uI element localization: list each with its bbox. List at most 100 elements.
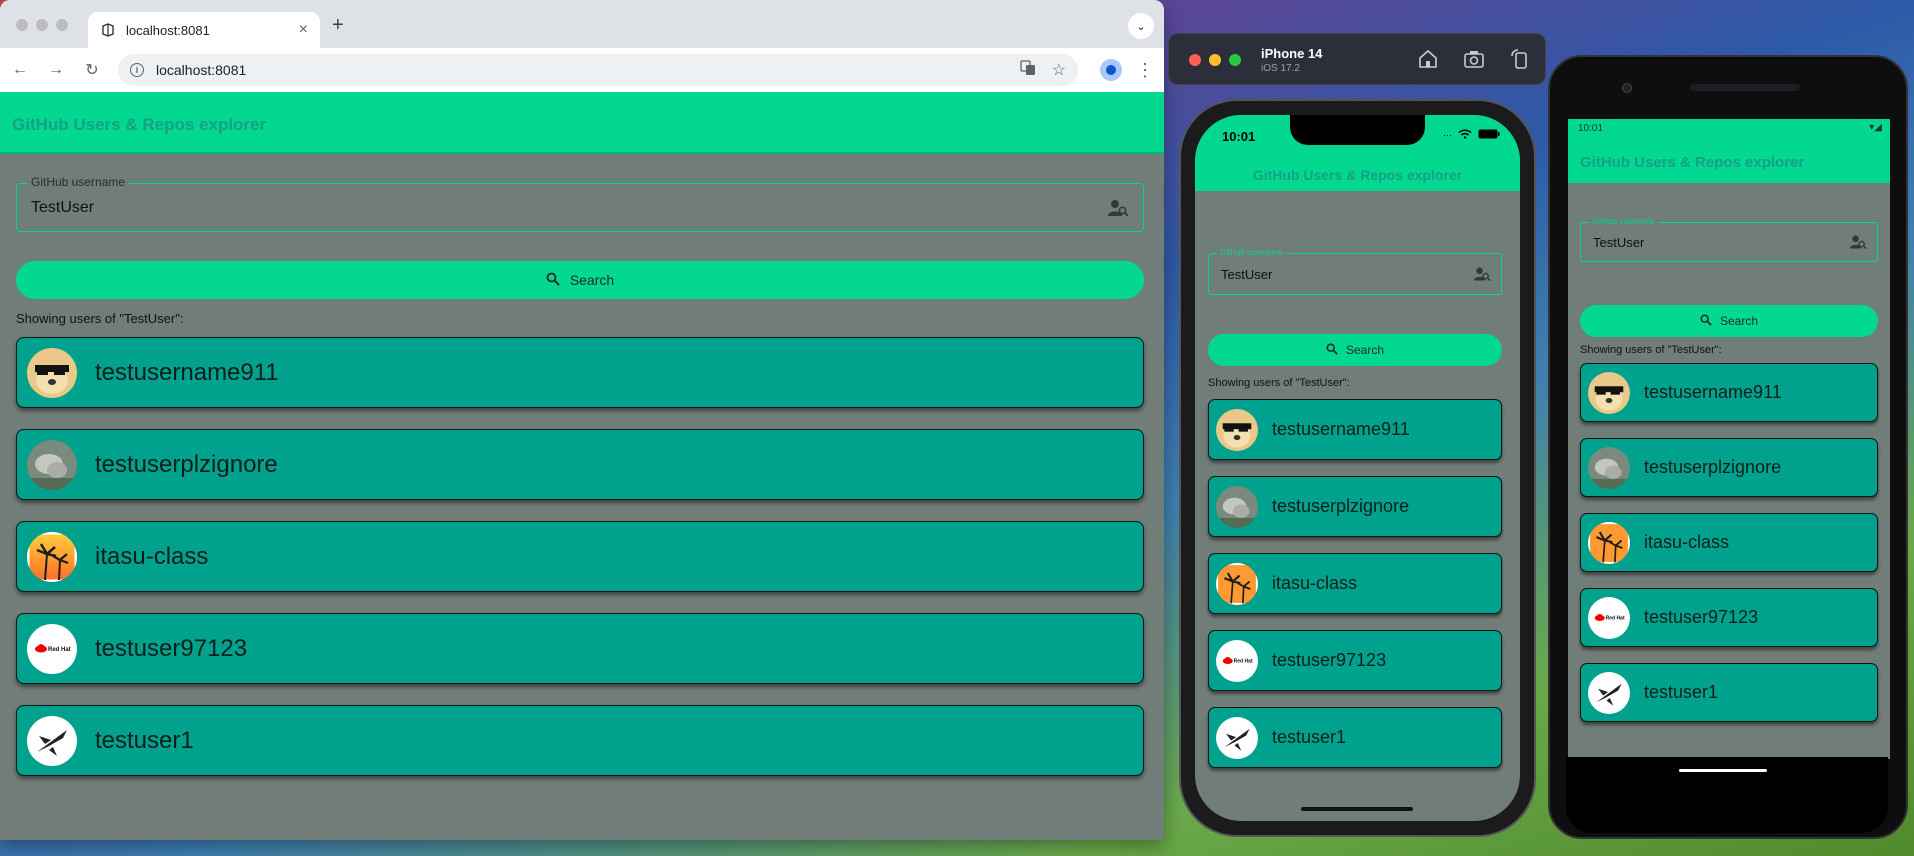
android-device: 10:01 ▾◢ GitHub Users & Repos explorer G… (1548, 55, 1908, 839)
address-bar[interactable]: i localhost:8081 ☆ (118, 54, 1078, 86)
jet-avatar (1216, 716, 1258, 759)
ios-user-card[interactable]: Red Hat testuser97123 (1208, 630, 1502, 691)
ios-status-icons: ··· (1443, 129, 1500, 141)
browser-tab[interactable]: localhost:8081 × (88, 12, 320, 48)
android-status-time: 10:01 (1578, 123, 1604, 134)
user-card[interactable]: testuser1 (16, 705, 1144, 776)
android-status-icons: ▾◢ (1869, 122, 1882, 133)
window-close-button[interactable] (16, 19, 28, 31)
translate-icon[interactable] (1020, 59, 1036, 81)
tab-close-icon[interactable]: × (299, 21, 308, 39)
android-user-name: itasu-class (1644, 532, 1730, 552)
ios-username-field-label: GitHub username (1217, 248, 1286, 257)
ios-user-name: testusername911 (1272, 419, 1410, 439)
forward-icon[interactable]: → (38, 61, 74, 79)
sim-zoom-button[interactable] (1229, 54, 1241, 66)
profile-avatar-icon[interactable] (1100, 59, 1122, 81)
back-icon[interactable]: ← (2, 61, 38, 79)
android-user-card[interactable]: Red Hat testuser97123 (1580, 588, 1878, 647)
ios-search-button[interactable]: Search (1208, 334, 1502, 366)
ios-username-field[interactable]: GitHub username TestUser (1208, 248, 1502, 295)
browser-menu-icon[interactable]: ⋮ (1136, 60, 1154, 81)
android-search-button[interactable]: Search (1580, 305, 1878, 337)
android-person-search-icon (1849, 233, 1867, 251)
iphone-device: GitHub Users & Repos explorer 10:01 ··· … (1179, 99, 1536, 837)
user-card[interactable]: testusername911 (16, 337, 1144, 408)
ios-user-card[interactable]: testuserplzignore (1208, 476, 1502, 537)
android-user-card[interactable]: testusername911 (1580, 363, 1878, 422)
ios-user-card[interactable]: itasu-class (1208, 553, 1502, 614)
android-results-caption: Showing users of "TestUser": (1580, 344, 1722, 356)
android-user-name: testuserplzignore (1644, 457, 1782, 477)
jet-avatar (27, 715, 77, 766)
username-input[interactable]: TestUser (31, 199, 94, 217)
android-camera (1622, 83, 1632, 93)
sim-minimize-button[interactable] (1209, 54, 1221, 66)
username-field[interactable]: GitHub username TestUser (16, 175, 1144, 232)
home-icon[interactable] (1417, 48, 1439, 70)
svg-text:Red Hat: Red Hat (1606, 615, 1625, 621)
person-search-icon (1107, 197, 1129, 219)
reload-icon[interactable]: ↻ (74, 60, 110, 80)
screenshot-camera-icon[interactable] (1463, 48, 1485, 70)
gray-photo-avatar (1216, 485, 1258, 528)
user-name: testuser1 (95, 726, 194, 754)
palm-sunset-avatar (1216, 562, 1258, 605)
ios-person-search-icon (1473, 265, 1491, 283)
simulator-os-version: iOS 17.2 (1261, 63, 1300, 74)
svg-text:Red Hat: Red Hat (1234, 658, 1253, 664)
new-tab-button[interactable]: + (332, 14, 344, 37)
ios-user-card[interactable]: testuser1 (1208, 707, 1502, 768)
iphone-screen: GitHub Users & Repos explorer 10:01 ··· … (1195, 115, 1520, 821)
bookmark-star-icon[interactable]: ☆ (1052, 60, 1066, 80)
tab-title: localhost:8081 (126, 22, 210, 38)
ios-user-list: testusername911 testuserplzignore itasu-… (1208, 399, 1502, 784)
ios-status-time: 10:01 (1222, 129, 1256, 144)
user-card[interactable]: itasu-class (16, 521, 1144, 592)
window-minimize-button[interactable] (36, 19, 48, 31)
redhat-avatar: Red Hat (1588, 596, 1630, 639)
site-favicon-icon (100, 22, 116, 38)
browser-toolbar: ← → ↻ i localhost:8081 ☆ ⋮ (0, 48, 1164, 92)
window-zoom-button[interactable] (56, 19, 68, 31)
ios-search-icon (1326, 343, 1338, 358)
android-page-title: GitHub Users & Repos explorer (1580, 154, 1805, 171)
redhat-avatar: Red Hat (27, 623, 77, 674)
android-app-header: 10:01 ▾◢ GitHub Users & Repos explorer (1568, 119, 1890, 183)
search-button-label: Search (569, 272, 615, 288)
user-card[interactable]: testuserplzignore (16, 429, 1144, 500)
search-icon (546, 272, 560, 289)
doge-avatar (27, 347, 77, 398)
sim-close-button[interactable] (1189, 54, 1201, 66)
android-user-card[interactable]: itasu-class (1580, 513, 1878, 572)
ios-user-card[interactable]: testusername911 (1208, 399, 1502, 460)
android-screen: 10:01 ▾◢ GitHub Users & Repos explorer G… (1568, 119, 1890, 759)
ios-search-button-label: Search (1345, 343, 1385, 357)
rotate-icon[interactable] (1509, 48, 1531, 70)
results-caption: Showing users of "TestUser": (16, 311, 184, 326)
tab-search-button[interactable]: ⌄ (1128, 13, 1154, 39)
android-nav-area (1566, 757, 1888, 833)
doge-avatar (1216, 408, 1258, 451)
android-user-name: testuser1 (1644, 682, 1719, 702)
ios-username-input[interactable]: TestUser (1221, 267, 1272, 282)
search-button[interactable]: Search (16, 261, 1144, 299)
android-username-field[interactable]: GitHub username TestUser (1580, 217, 1878, 262)
ios-user-name: testuser97123 (1272, 650, 1387, 670)
site-info-icon[interactable]: i (130, 63, 144, 77)
android-user-card[interactable]: testuser1 (1580, 663, 1878, 722)
ios-results-caption: Showing users of "TestUser": (1208, 377, 1350, 389)
ios-home-indicator[interactable] (1301, 807, 1413, 811)
android-search-icon (1700, 314, 1712, 329)
android-speaker (1690, 84, 1800, 91)
app-header: GitHub Users & Repos explorer (0, 92, 1164, 154)
palm-sunset-avatar (1588, 521, 1630, 564)
user-card[interactable]: Red Hat testuser97123 (16, 613, 1144, 684)
user-name: testuser97123 (95, 634, 248, 662)
android-user-card[interactable]: testuserplzignore (1580, 438, 1878, 497)
ios-user-name: itasu-class (1272, 573, 1358, 593)
android-username-input[interactable]: TestUser (1593, 235, 1644, 250)
android-search-button-label: Search (1719, 314, 1759, 328)
user-name: itasu-class (95, 542, 209, 570)
android-home-gesture-bar[interactable] (1679, 769, 1767, 772)
